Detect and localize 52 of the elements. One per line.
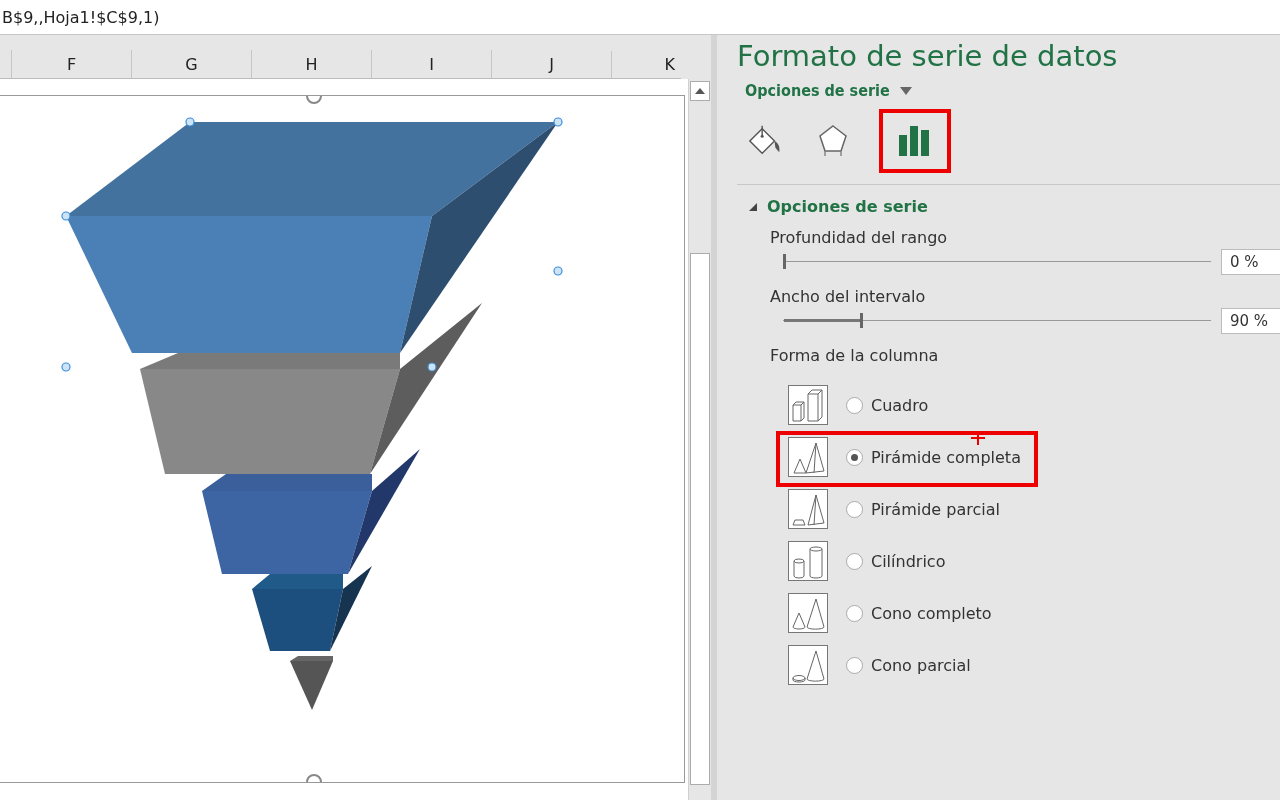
slider-label: Ancho del intervalo — [770, 287, 927, 306]
value-field[interactable]: 90 % — [1221, 308, 1280, 334]
cone-shape-icon — [788, 593, 828, 633]
section-header[interactable]: Opciones de serie — [749, 197, 1280, 216]
caret-up-icon — [695, 88, 705, 94]
selection-handle[interactable] — [553, 266, 563, 276]
cylinder-shape-icon — [788, 541, 828, 581]
slider-label: Profundidad del rango — [770, 228, 949, 247]
shape-label: Forma de la columna — [770, 346, 940, 365]
slider-thumb[interactable] — [859, 313, 863, 328]
selection-handle[interactable] — [427, 362, 437, 372]
pyramid-partial-shape-icon — [788, 489, 828, 529]
selection-handle[interactable] — [553, 117, 563, 127]
resize-handle[interactable] — [306, 95, 322, 104]
chart-area[interactable] — [0, 95, 685, 783]
shape-radio-option[interactable]: Pirámide completa — [846, 447, 1021, 467]
shape-radio-option[interactable]: Cono parcial — [846, 655, 971, 675]
shape-radio-option[interactable]: Cuadro — [846, 395, 929, 415]
radio-button[interactable] — [846, 396, 863, 414]
slider-thumb[interactable] — [783, 254, 786, 269]
radio-button[interactable] — [846, 448, 863, 466]
expand-triangle-icon — [749, 202, 757, 211]
value-field[interactable]: 0 % — [1221, 249, 1280, 275]
format-tab[interactable] — [879, 109, 951, 173]
scrollbar-thumb[interactable] — [690, 253, 710, 785]
column-header[interactable]: H — [251, 50, 371, 79]
shape-radio-option[interactable]: Pirámide parcial — [846, 499, 1000, 519]
selection-handle[interactable] — [61, 211, 71, 221]
column-header[interactable]: K — [611, 51, 681, 79]
resize-handle[interactable] — [306, 774, 322, 783]
radio-button[interactable] — [846, 604, 863, 622]
shape-radio-option[interactable]: Cono completo — [846, 603, 992, 623]
column-header[interactable]: I — [371, 50, 491, 79]
selection-handle[interactable] — [61, 362, 71, 372]
shape-radio-option[interactable]: Cilíndrico — [846, 551, 946, 571]
radio-button[interactable] — [846, 656, 863, 674]
column-header[interactable]: J — [491, 50, 611, 79]
radio-button[interactable] — [846, 552, 863, 570]
pyramid-shape-icon — [788, 437, 828, 477]
column-header[interactable]: G — [131, 50, 251, 79]
pane-title: Formato de serie de datos — [737, 39, 1119, 73]
cone-partial-shape-icon — [788, 645, 828, 685]
selection-handle[interactable] — [185, 117, 195, 127]
caret-down-icon — [899, 86, 912, 95]
bar-chart-icon — [899, 126, 931, 156]
options-dropdown[interactable]: Opciones de serie — [745, 81, 1280, 100]
radio-button[interactable] — [846, 500, 863, 518]
column-header[interactable]: F — [11, 50, 131, 79]
pentagon-icon — [817, 124, 849, 158]
scroll-up-button[interactable] — [690, 81, 710, 101]
box-shape-icon — [788, 385, 828, 425]
formula-text: B$9,,Hoja1!$C$9,1) — [2, 7, 160, 27]
